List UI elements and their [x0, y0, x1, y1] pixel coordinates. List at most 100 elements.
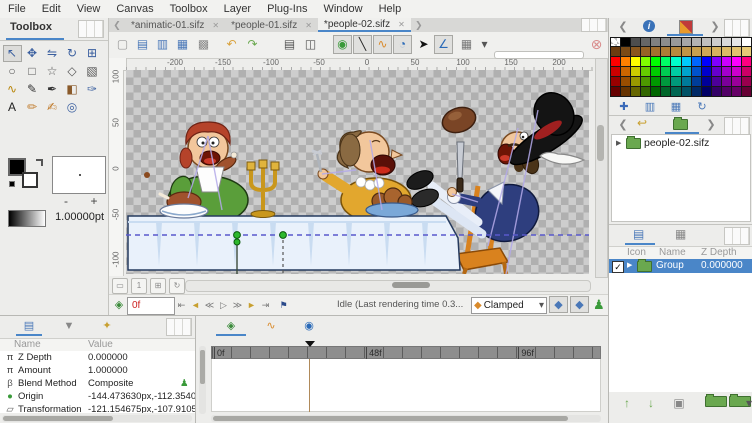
animate-mode-icon[interactable]: ♟ [593, 297, 605, 313]
palette-color-swatch[interactable] [692, 47, 702, 57]
param-row[interactable]: ●Origin-144.473630px,-112.3540 [0, 390, 195, 403]
render-options-icon[interactable]: ◈ [111, 297, 127, 313]
canvas-horizontal-scrollbar[interactable] [185, 280, 591, 292]
palette-color-swatch[interactable] [610, 77, 621, 87]
current-time-field[interactable] [127, 297, 175, 315]
seek-next-frame-button[interactable]: ≫ [231, 298, 244, 312]
scrollbar-thumb[interactable] [597, 125, 604, 161]
stop-button[interactable]: ⊗ [589, 37, 604, 52]
timetrack-vertical-scrollbar[interactable] [199, 346, 206, 414]
palette-color-swatch[interactable] [682, 57, 692, 67]
add-color-button[interactable]: ✚ [615, 100, 633, 113]
dock-drag-widget[interactable] [724, 227, 750, 245]
tab-animatic01sifz[interactable]: *animatic-01.sifz✕ [125, 18, 225, 32]
palette-color-swatch[interactable] [671, 77, 681, 87]
tab-toolbox[interactable]: Toolbox [10, 21, 52, 33]
tool-gradient[interactable]: ▧ [83, 63, 102, 80]
palette-color-swatch[interactable] [621, 87, 631, 97]
palette-color-swatch[interactable] [712, 47, 722, 57]
low-res-toggle-button[interactable]: ▭ [112, 278, 128, 294]
curves-tab-icon[interactable]: ∿ [260, 318, 282, 334]
param-value[interactable]: Composite [88, 377, 133, 390]
palette-color-swatch[interactable] [631, 87, 641, 97]
palette-color-swatch[interactable] [641, 87, 651, 97]
palette-color-swatch[interactable] [732, 37, 742, 47]
menu-plugins[interactable]: Plug-Ins [259, 0, 315, 18]
palette-color-swatch[interactable] [722, 47, 732, 57]
palette-color-swatch[interactable] [621, 67, 631, 77]
palette-color-swatch[interactable] [722, 77, 732, 87]
palette-color-swatch[interactable] [692, 67, 702, 77]
tool-brush[interactable]: ✒ [43, 81, 62, 98]
palette-color-swatch[interactable] [732, 47, 742, 57]
palette-color-swatch[interactable] [641, 37, 651, 47]
toggle-angle-handles-button[interactable]: ∠ [434, 35, 453, 54]
bounds-flag-button[interactable]: ⚑ [277, 298, 290, 312]
palette-color-swatch[interactable] [610, 47, 621, 57]
new-file-button[interactable]: ▢ [113, 35, 132, 54]
scrollbar-thumb[interactable] [392, 282, 430, 288]
tool-draw[interactable]: ✎ [23, 81, 42, 98]
palette-color-swatch[interactable] [671, 37, 681, 47]
palette-color-swatch[interactable] [742, 37, 752, 47]
timetrack-body[interactable] [211, 359, 601, 412]
render-button[interactable]: ▤ [280, 35, 299, 54]
palette-color-swatch[interactable] [651, 87, 661, 97]
tool-mirror[interactable]: ⇋ [43, 45, 62, 62]
dock-drag-widget[interactable] [724, 117, 750, 135]
palette-color-swatch[interactable] [712, 57, 722, 67]
history-tab-icon[interactable]: ↩ [637, 116, 647, 130]
palette-tab-icon[interactable] [679, 20, 693, 34]
undo-button[interactable]: ↶ [222, 35, 241, 54]
palette-color-swatch[interactable] [702, 67, 712, 77]
palette-color-swatch[interactable] [712, 37, 722, 47]
palette-color-swatch[interactable] [661, 87, 671, 97]
seek-prev-frame-button[interactable]: ≪ [203, 298, 216, 312]
menu-layer[interactable]: Layer [216, 0, 260, 18]
dock-drag-widget[interactable] [581, 18, 607, 32]
cut-layer-button[interactable]: ▣ [669, 396, 689, 410]
seek-next-keyframe-button[interactable]: ► [245, 298, 258, 312]
save-all-button[interactable]: ▩ [194, 35, 213, 54]
palette-color-swatch[interactable] [732, 77, 742, 87]
palette-color-swatch[interactable] [742, 47, 752, 57]
param-row[interactable]: πAmount1.000000 [0, 364, 195, 377]
timetrack-ruler[interactable]: 0f48f96f [211, 346, 601, 359]
palette-color-swatch[interactable] [671, 87, 681, 97]
menu-toolbox[interactable]: Toolbox [162, 0, 216, 18]
seek-begin-button[interactable]: ⇤ [175, 298, 188, 312]
menu-canvas[interactable]: Canvas [108, 0, 161, 18]
palette-color-swatch[interactable] [732, 87, 742, 97]
open-palette-button[interactable]: ▥ [641, 100, 659, 113]
save-as-button[interactable]: ▦ [173, 35, 192, 54]
param-value[interactable]: -121.154675px,-107.9105 [88, 403, 195, 413]
palette-color-swatch[interactable] [610, 57, 621, 67]
palette-color-swatch[interactable] [692, 87, 702, 97]
toggle-radius-handles-button[interactable]: ◔ [393, 35, 412, 54]
palette-color-swatch[interactable] [651, 57, 661, 67]
palette-color-swatch[interactable] [631, 57, 641, 67]
palette-color-swatch[interactable] [682, 87, 692, 97]
palette-color-swatch[interactable] [661, 47, 671, 57]
tab-people02sifz[interactable]: *people-02.sifz✕ [318, 18, 411, 32]
palette-color-swatch[interactable] [661, 67, 671, 77]
palette-color-swatch[interactable] [610, 67, 621, 77]
tabs-scroll-right-icon[interactable]: ❯ [411, 18, 427, 32]
palette-color-swatch[interactable] [651, 47, 661, 57]
seek-prev-keyframe-button[interactable]: ◄ [189, 298, 202, 312]
dock-drag-widget[interactable] [166, 318, 192, 336]
tool-star[interactable]: ☆ [43, 63, 62, 80]
interpolation-dropdown[interactable]: ◆Clamped ▾ [471, 297, 547, 314]
brush-width-value[interactable]: 1.00000pt [46, 211, 104, 223]
menu-file[interactable]: File [0, 0, 34, 18]
palette-color-swatch[interactable] [661, 77, 671, 87]
palette-color-swatch[interactable] [712, 77, 722, 87]
timetrack-tab-icon[interactable]: ◈ [220, 318, 242, 334]
palette-color-swatch[interactable] [722, 37, 732, 47]
palette-color-swatch[interactable] [671, 57, 681, 67]
palette-color-swatch[interactable] [682, 47, 692, 57]
zoom-normal-button[interactable]: 1 [131, 278, 147, 294]
panel-nav-right-icon[interactable]: ❯ [705, 19, 725, 35]
tabs-scroll-left-icon[interactable]: ❮ [109, 18, 125, 32]
visibility-checkbox[interactable]: ✓ [612, 261, 624, 273]
